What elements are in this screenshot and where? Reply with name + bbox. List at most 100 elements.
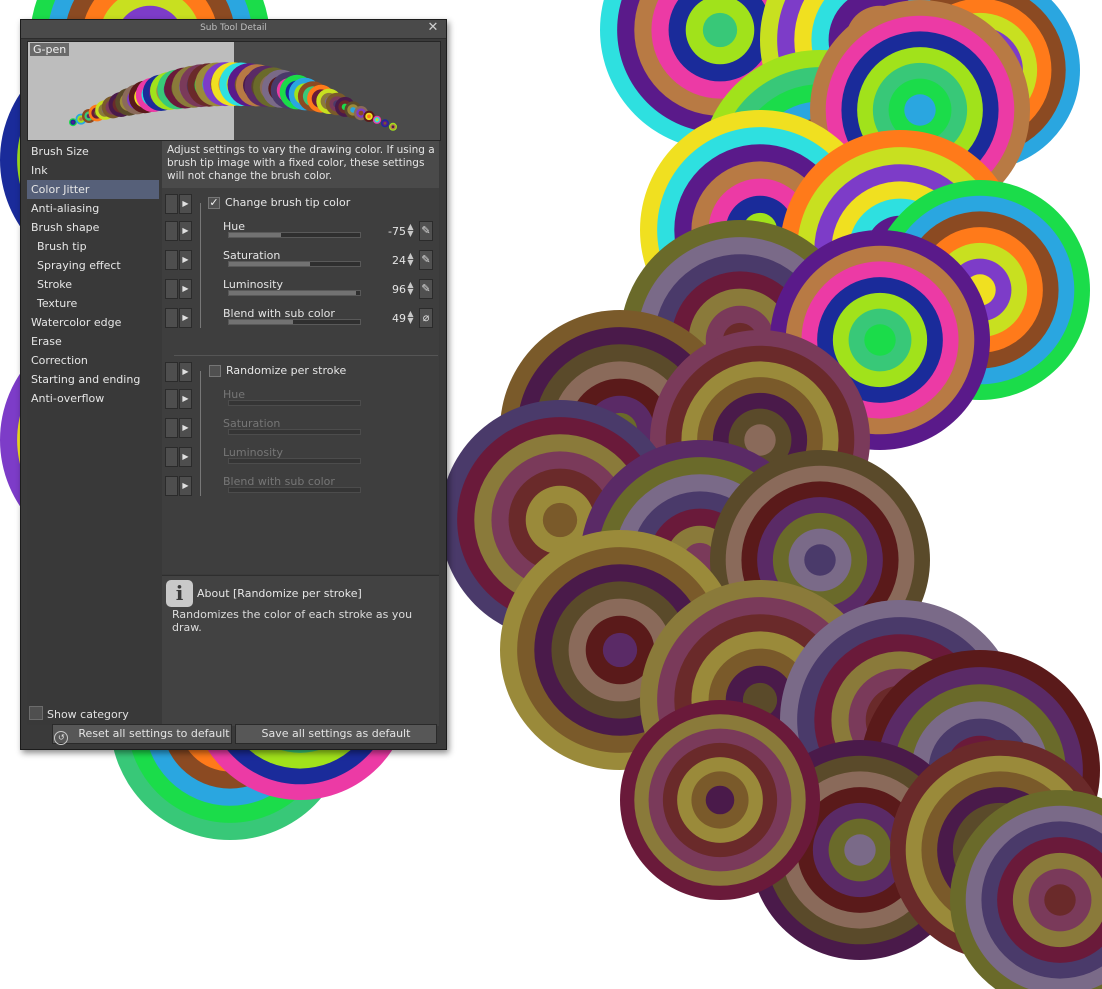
sidebar-item-stroke[interactable]: Stroke <box>27 275 159 294</box>
reset-defaults-button[interactable]: ↺ Reset all settings to default <box>52 724 232 745</box>
expand-arrow-icon[interactable]: ▶ <box>179 308 192 328</box>
reset-label: Reset all settings to default <box>78 727 230 740</box>
slider-fill <box>229 320 294 324</box>
lock-button[interactable] <box>165 418 178 438</box>
sidebar-item-texture[interactable]: Texture <box>27 294 159 313</box>
sidebar-item-label: Anti-overflow <box>31 392 105 405</box>
expand-arrow-icon[interactable]: ▶ <box>179 194 192 214</box>
change-color-row: ▶ ✓ Change brush tip color <box>162 194 439 220</box>
param-row-hue: ▶ Hue -75 ▲ ▼ ✎ <box>162 220 439 247</box>
lock-button[interactable] <box>165 476 178 496</box>
slider-fill <box>229 262 311 266</box>
sidebar-item-label: Spraying effect <box>37 259 121 272</box>
sidebar-item-label: Brush tip <box>37 240 87 253</box>
sidebar-item-label: Ink <box>31 164 48 177</box>
category-sidebar: Brush Size Ink Color Jitter Anti-aliasing Br… <box>27 141 162 725</box>
change-color-checkbox[interactable]: ✓ <box>208 197 220 209</box>
disabled-icon[interactable]: ⌀ <box>419 308 433 328</box>
expand-arrow-icon[interactable]: ▶ <box>179 476 192 496</box>
sidebar-item-starting-and-ending[interactable]: Starting and ending <box>27 370 159 389</box>
randomize-checkbox[interactable] <box>209 365 221 377</box>
info-icon: i <box>166 580 193 607</box>
lock-button[interactable] <box>165 194 178 214</box>
show-category-checkbox[interactable]: Show category <box>29 706 129 722</box>
expand-arrow-icon[interactable]: ▶ <box>179 389 192 409</box>
sidebar-item-label: Brush shape <box>31 221 100 234</box>
window-title: Sub Tool Detail <box>200 23 267 33</box>
spinner-icon[interactable]: ▲ ▼ <box>406 223 415 239</box>
param-row-luminosity: ▶ Luminosity 96 ▲ ▼ ✎ <box>162 278 439 305</box>
lock-button[interactable] <box>165 308 178 328</box>
sidebar-item-anti-overflow[interactable]: Anti-overflow <box>27 389 159 408</box>
expand-arrow-icon[interactable]: ▶ <box>179 362 192 382</box>
lock-button[interactable] <box>165 362 178 382</box>
lock-button[interactable] <box>165 389 178 409</box>
separator <box>174 355 438 356</box>
randomize-label: Randomize per stroke <box>226 364 347 377</box>
sidebar-item-label: Watercolor edge <box>31 316 122 329</box>
blend-with-sub-color-slider[interactable] <box>228 319 361 325</box>
lock-button[interactable] <box>165 279 178 299</box>
save-label: Save all settings as default <box>261 727 411 740</box>
sidebar-item-label: Starting and ending <box>31 373 141 386</box>
expand-arrow-icon[interactable]: ▶ <box>179 250 192 270</box>
sidebar-item-label: Brush Size <box>31 145 89 158</box>
sidebar-item-brush-tip[interactable]: Brush tip <box>27 237 159 256</box>
param-value[interactable]: 24 <box>384 254 406 267</box>
lock-button[interactable] <box>165 447 178 467</box>
sidebar-item-correction[interactable]: Correction <box>27 351 159 370</box>
lock-button[interactable] <box>165 221 178 241</box>
close-icon[interactable]: ✕ <box>426 21 440 35</box>
blend-with-sub-color-random-slider[interactable] <box>228 487 361 493</box>
brush-preview: G-pen <box>27 41 441 141</box>
title-bar[interactable]: Sub Tool Detail ✕ <box>21 20 446 39</box>
sidebar-item-color-jitter[interactable]: Color Jitter <box>27 180 159 199</box>
show-category-label: Show category <box>47 708 129 721</box>
sidebar-item-label: Anti-aliasing <box>31 202 100 215</box>
about-title: About [Randomize per stroke] <box>197 587 362 600</box>
sidebar-item-label: Erase <box>31 335 62 348</box>
hue-slider[interactable] <box>228 232 361 238</box>
sidebar-item-label: Texture <box>37 297 78 310</box>
expand-arrow-icon[interactable]: ▶ <box>179 221 192 241</box>
sidebar-item-erase[interactable]: Erase <box>27 332 159 351</box>
expand-arrow-icon[interactable]: ▶ <box>179 279 192 299</box>
sidebar-item-watercolor-edge[interactable]: Watercolor edge <box>27 313 159 332</box>
sidebar-item-spraying-effect[interactable]: Spraying effect <box>27 256 159 275</box>
about-panel: i About [Randomize per stroke] Randomize… <box>162 575 439 726</box>
preview-stroke <box>69 62 397 131</box>
sidebar-item-ink[interactable]: Ink <box>27 161 159 180</box>
hue-random-slider[interactable] <box>228 400 361 406</box>
checkbox-box[interactable] <box>29 706 43 720</box>
random-param-row-hue: ▶ Hue <box>162 388 439 415</box>
sidebar-item-label: Correction <box>31 354 88 367</box>
luminosity-slider[interactable] <box>228 290 361 296</box>
pressure-pen-icon[interactable]: ✎ <box>419 250 433 270</box>
sidebar-item-label: Stroke <box>37 278 73 291</box>
sidebar-item-anti-aliasing[interactable]: Anti-aliasing <box>27 199 159 218</box>
saturation-slider[interactable] <box>228 261 361 267</box>
param-value[interactable]: 49 <box>384 312 406 325</box>
pressure-pen-icon[interactable]: ✎ <box>419 221 433 241</box>
param-value[interactable]: -75 <box>384 225 406 238</box>
sub-tool-detail-dialog: Sub Tool Detail ✕ G-pen Brush Size Ink Col… <box>20 19 447 750</box>
sidebar-item-label: Color Jitter <box>31 183 90 196</box>
random-param-row-saturation: ▶ Saturation <box>162 417 439 444</box>
expand-arrow-icon[interactable]: ▶ <box>179 447 192 467</box>
sidebar-item-brush-shape[interactable]: Brush shape <box>27 218 159 237</box>
lock-button[interactable] <box>165 250 178 270</box>
spinner-icon[interactable]: ▲ ▼ <box>406 310 415 326</box>
slider-fill <box>229 291 357 295</box>
save-defaults-button[interactable]: Save all settings as default <box>235 724 437 744</box>
tool-name-label: G-pen <box>30 43 70 56</box>
about-text: Randomizes the color of each stroke as y… <box>172 608 413 634</box>
saturation-random-slider[interactable] <box>228 429 361 435</box>
param-value[interactable]: 96 <box>384 283 406 296</box>
spinner-icon[interactable]: ▲ ▼ <box>406 281 415 297</box>
sidebar-item-brush-size[interactable]: Brush Size <box>27 142 159 161</box>
spinner-icon[interactable]: ▲ ▼ <box>406 252 415 268</box>
expand-arrow-icon[interactable]: ▶ <box>179 418 192 438</box>
pressure-pen-icon[interactable]: ✎ <box>419 279 433 299</box>
luminosity-random-slider[interactable] <box>228 458 361 464</box>
param-row-blend-with-sub-color: ▶ Blend with sub color 49 ▲ ▼ ⌀ <box>162 307 439 334</box>
